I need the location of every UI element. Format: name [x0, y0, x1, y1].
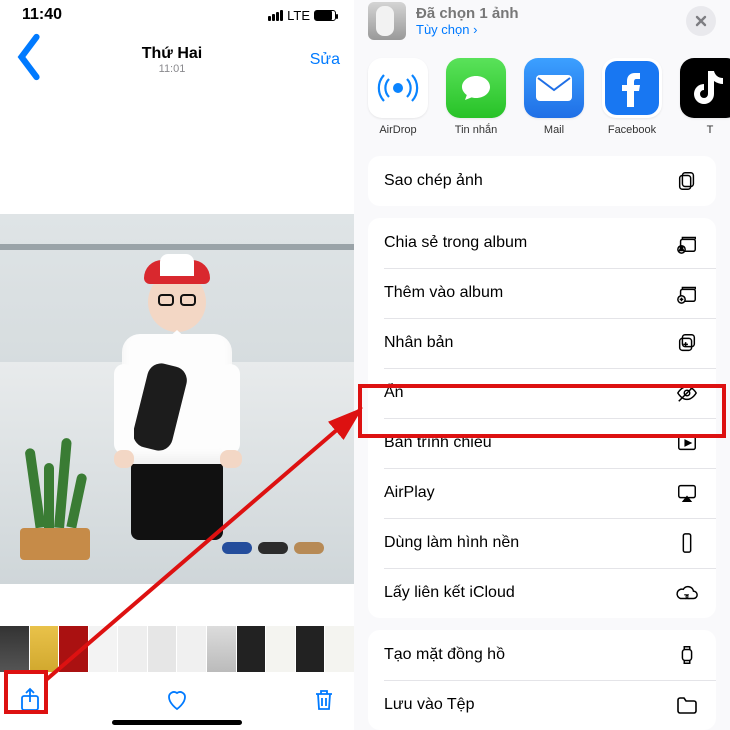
folder-icon — [674, 694, 700, 716]
row-label: Lấy liên kết iCloud — [384, 584, 515, 602]
row-label: Thêm vào album — [384, 284, 503, 302]
nav-title: Thứ Hai — [44, 45, 300, 63]
close-icon — [694, 14, 708, 28]
app-label: Facebook — [608, 124, 656, 136]
row-label: Dùng làm hình nền — [384, 534, 519, 552]
row-label: Lưu vào Tệp — [384, 696, 474, 714]
battery-icon — [314, 10, 336, 21]
app-airdrop[interactable]: AirDrop — [368, 58, 428, 136]
home-indicator[interactable] — [112, 720, 242, 725]
chevron-left-icon — [14, 32, 44, 82]
action-slideshow[interactable]: Bản trình chiếu — [368, 418, 716, 468]
action-save-files[interactable]: Lưu vào Tệp — [368, 680, 716, 730]
thumb[interactable] — [266, 626, 295, 672]
action-share-album[interactable]: Chia sẻ trong album — [368, 218, 716, 268]
status-time: 11:40 — [22, 6, 62, 24]
row-label: Tạo mặt đồng hồ — [384, 646, 505, 664]
status-signal: LTE — [268, 8, 336, 23]
mail-icon — [524, 58, 584, 118]
watch-icon — [674, 644, 700, 666]
shared-album-icon — [674, 232, 700, 254]
thumb[interactable] — [0, 626, 29, 672]
row-label: Nhân bản — [384, 334, 453, 352]
sheet-title: Đã chọn 1 ảnh — [416, 5, 519, 22]
share-apps-row[interactable]: AirDrop Tin nhắn Mail Facebook — [354, 50, 730, 156]
sheet-header: Đã chọn 1 ảnh Tùy chọn › — [354, 0, 730, 50]
thumb[interactable] — [177, 626, 206, 672]
thumb[interactable] — [89, 626, 118, 672]
delete-button[interactable] — [312, 687, 336, 718]
app-label: Mail — [544, 124, 564, 136]
status-bar: 11:40 LTE — [0, 0, 354, 24]
trash-icon — [312, 687, 336, 713]
sheet-options-link[interactable]: Tùy chọn › — [416, 22, 519, 37]
row-label: AirPlay — [384, 484, 435, 502]
photo-display[interactable] — [0, 214, 354, 584]
row-label: Chia sẻ trong album — [384, 234, 527, 252]
network-label: LTE — [287, 8, 310, 23]
favorite-button[interactable] — [165, 687, 189, 718]
row-label: Bản trình chiếu — [384, 434, 492, 452]
cloud-link-icon — [674, 582, 700, 604]
thumb[interactable] — [296, 626, 325, 672]
thumb[interactable] — [237, 626, 266, 672]
share-button[interactable] — [18, 687, 42, 718]
action-copy-photo[interactable]: Sao chép ảnh — [368, 156, 716, 206]
hide-icon — [674, 382, 700, 404]
app-tiktok[interactable]: T — [680, 58, 730, 136]
row-label: Ẩn — [384, 384, 404, 402]
phone-icon — [674, 532, 700, 554]
facebook-icon — [602, 58, 662, 118]
app-facebook[interactable]: Facebook — [602, 58, 662, 136]
app-label: AirDrop — [379, 124, 416, 136]
thumb[interactable] — [207, 626, 236, 672]
action-airplay[interactable]: AirPlay — [368, 468, 716, 518]
photo-thumbnails[interactable] — [0, 626, 354, 672]
action-duplicate[interactable]: Nhân bản — [368, 318, 716, 368]
nav-subtitle: 11:01 — [44, 63, 300, 75]
slideshow-icon — [674, 432, 700, 454]
action-list: Sao chép ảnh Chia sẻ trong album Thêm và… — [354, 156, 730, 730]
share-icon — [18, 687, 42, 713]
cellular-bars-icon — [268, 10, 283, 21]
tiktok-icon — [680, 58, 730, 118]
add-album-icon — [674, 282, 700, 304]
nav-bar: Thứ Hai 11:01 Sửa — [0, 24, 354, 94]
action-wallpaper[interactable]: Dùng làm hình nền — [368, 518, 716, 568]
duplicate-icon — [674, 332, 700, 354]
heart-icon — [165, 687, 189, 713]
action-icloud-link[interactable]: Lấy liên kết iCloud — [368, 568, 716, 618]
thumb[interactable] — [30, 626, 59, 672]
action-add-album[interactable]: Thêm vào album — [368, 268, 716, 318]
app-label: T — [707, 124, 714, 136]
thumb[interactable] — [59, 626, 88, 672]
sheet-thumbnail — [368, 2, 406, 40]
edit-button[interactable]: Sửa — [300, 51, 340, 69]
share-sheet: Đã chọn 1 ảnh Tùy chọn › AirDrop Tin nhắ… — [354, 0, 730, 730]
thumb[interactable] — [148, 626, 177, 672]
airdrop-icon — [368, 58, 428, 118]
messages-icon — [446, 58, 506, 118]
action-create-watchface[interactable]: Tạo mặt đồng hồ — [368, 630, 716, 680]
back-button[interactable] — [14, 32, 44, 88]
action-hide[interactable]: Ẩn — [368, 368, 716, 418]
close-button[interactable] — [686, 6, 716, 36]
thumb[interactable] — [118, 626, 147, 672]
airplay-icon — [674, 482, 700, 504]
copy-icon — [674, 170, 700, 192]
row-label: Sao chép ảnh — [384, 172, 483, 190]
app-label: Tin nhắn — [455, 124, 497, 136]
app-mail[interactable]: Mail — [524, 58, 584, 136]
thumb[interactable] — [325, 626, 354, 672]
app-messages[interactable]: Tin nhắn — [446, 58, 506, 136]
photos-viewer: 11:40 LTE Thứ Hai 11:01 Sửa — [0, 0, 354, 730]
